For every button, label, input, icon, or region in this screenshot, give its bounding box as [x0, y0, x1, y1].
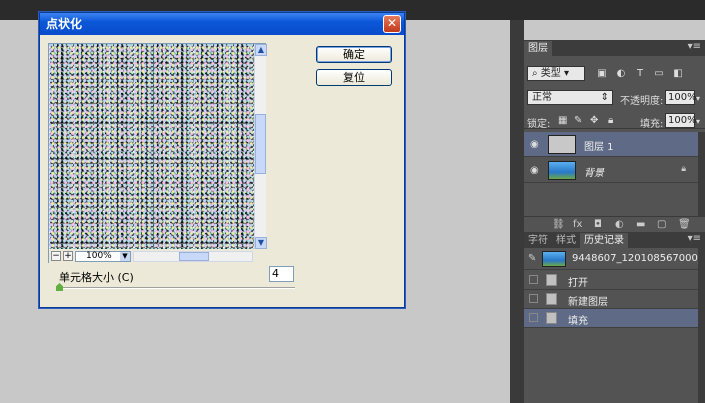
document-icon	[546, 274, 557, 286]
lock-brush-icon[interactable]: ✎	[574, 115, 582, 126]
history-brush-source-checkbox[interactable]	[529, 313, 538, 322]
link-icon[interactable]: ⛓	[552, 219, 565, 230]
layer-name: 背景	[584, 168, 604, 179]
cell-size-label: 单元格大小 (C)	[59, 271, 134, 284]
snapshot-thumbnail	[542, 251, 566, 267]
fill-label: 填充:	[640, 119, 664, 130]
layer-thumbnail	[548, 161, 576, 180]
lock-move-icon[interactable]: ✥	[590, 115, 598, 126]
eye-icon[interactable]: ◉	[530, 165, 539, 176]
adjustment-icon[interactable]: ◐	[615, 219, 624, 230]
fx-icon[interactable]: fx	[573, 219, 582, 230]
kind-label: 类型	[540, 68, 561, 79]
history-state[interactable]: 新建图层	[524, 290, 698, 309]
kind-filter-select[interactable]: ⌕ 类型 ▾	[527, 66, 585, 81]
right-panel-column: 图层 ▾≡ ⌕ 类型 ▾ ▣ ◐ T ▭ ◧ 正常 ⇕ 不透明度: 100% ▾…	[524, 40, 705, 403]
mask-icon[interactable]: ◘	[594, 219, 602, 230]
lock-row: 锁定: ▦ ✎ ✥ 🔒︎ 填充: 100% ▾	[524, 112, 705, 130]
zoom-select[interactable]: 100% ▼	[75, 250, 131, 262]
layers-tab-row: 图层 ▾≡	[524, 40, 705, 56]
cell-size-input[interactable]: 4	[269, 266, 294, 282]
type-filter-icon[interactable]: T	[635, 69, 645, 79]
tab-character[interactable]: 字符	[524, 233, 552, 248]
dialog-title: 点状化	[46, 17, 83, 31]
layer-row-layer1[interactable]: ◉ 图层 1	[524, 132, 698, 157]
layer-row-background[interactable]: ◉ 背景 🔒︎	[524, 158, 698, 183]
history-snapshot[interactable]: ✎ 9448607_120108567000_2...	[524, 248, 705, 270]
preview-horizontal-scrollbar[interactable]	[133, 250, 253, 262]
lock-icon: 🔒︎	[681, 164, 686, 174]
pixel-filter-icon[interactable]: ▣	[597, 69, 607, 79]
layer-name: 图层 1	[584, 142, 614, 153]
ok-button[interactable]: 确定	[316, 46, 392, 63]
group-folder-icon[interactable]: ▬	[636, 219, 645, 230]
history-state[interactable]: 填充	[524, 309, 698, 328]
history-brush-source-checkbox[interactable]	[529, 275, 538, 284]
chevron-updown-icon: ⇕	[600, 92, 609, 103]
zoom-in-button[interactable]: +	[63, 251, 73, 261]
layers-footer-toolbar: ⛓ fx ◘ ◐ ▬ ▢ 🗑︎	[524, 216, 705, 232]
new-layer-icon[interactable]: ▢	[657, 219, 666, 230]
fill-dropdown-icon[interactable]: ▾	[696, 117, 700, 126]
document-icon	[546, 312, 557, 324]
smart-object-filter-icon[interactable]: ◧	[673, 69, 683, 79]
hscroll-thumb[interactable]	[179, 251, 209, 261]
panel-menu-icon[interactable]: ▾≡	[688, 41, 701, 52]
adjustment-filter-icon[interactable]: ◐	[616, 69, 626, 79]
layers-scrollbar[interactable]	[698, 132, 705, 216]
lock-label: 锁定:	[527, 119, 551, 130]
blend-mode-value: 正常	[532, 92, 552, 103]
trash-icon[interactable]: 🗑︎	[678, 219, 691, 230]
search-icon: ⌕	[532, 68, 541, 79]
dialog-title-bar[interactable]: 点状化 ✕	[40, 13, 404, 35]
lock-transparent-icon[interactable]: ▦	[558, 115, 567, 126]
history-brush-source-checkbox[interactable]	[529, 294, 538, 303]
filter-preview: ▲ ▼ − + 100% ▼	[48, 43, 267, 263]
eye-icon[interactable]: ◉	[530, 139, 539, 150]
scroll-up-icon[interactable]: ▲	[255, 44, 267, 56]
blend-row: 正常 ⇕ 不透明度: 100% ▾	[524, 90, 705, 107]
history-state-label: 打开	[568, 278, 588, 289]
history-state-label: 填充	[568, 316, 588, 327]
snapshot-brush-icon[interactable]: ✎	[528, 253, 536, 264]
chevron-down-icon: ▼	[120, 251, 130, 261]
document-icon	[546, 293, 557, 305]
history-state[interactable]: 打开	[524, 271, 698, 290]
preview-zoom-bar: − + 100% ▼	[49, 249, 266, 263]
history-state-label: 新建图层	[568, 297, 608, 308]
reset-button[interactable]: 复位	[316, 69, 392, 86]
history-tab-row: 字符 样式 历史记录 ▾≡	[524, 232, 705, 248]
pointillize-dialog: 点状化 ✕ ▲ ▼ − + 100% ▼ 确定 复位 单元格大小 (C) 4	[39, 12, 405, 308]
fill-input[interactable]: 100%	[665, 113, 697, 128]
scroll-thumb[interactable]	[255, 114, 266, 174]
preview-vertical-scrollbar[interactable]: ▲ ▼	[254, 44, 267, 249]
panel-dock-strip	[510, 20, 524, 403]
scroll-down-icon[interactable]: ▼	[255, 237, 267, 249]
shape-filter-icon[interactable]: ▭	[654, 69, 664, 79]
tab-styles[interactable]: 样式	[552, 233, 580, 248]
history-scrollbar[interactable]	[698, 248, 705, 403]
zoom-value: 100%	[86, 250, 112, 261]
opacity-input[interactable]: 100%	[665, 90, 697, 105]
opacity-dropdown-icon[interactable]: ▾	[696, 94, 700, 103]
opacity-label: 不透明度:	[620, 96, 664, 107]
blend-mode-select[interactable]: 正常 ⇕	[527, 90, 613, 105]
zoom-out-button[interactable]: −	[51, 251, 61, 261]
lock-all-icon[interactable]: 🔒︎	[608, 115, 613, 126]
cell-size-slider[interactable]	[59, 287, 295, 289]
preview-image[interactable]	[49, 44, 254, 249]
layer-thumbnail	[548, 135, 576, 154]
panel-menu-icon[interactable]: ▾≡	[688, 233, 701, 244]
tab-history[interactable]: 历史记录	[580, 233, 628, 248]
tab-layers[interactable]: 图层	[524, 41, 552, 56]
snapshot-name: 9448607_120108567000_2...	[572, 253, 705, 264]
close-icon[interactable]: ✕	[383, 15, 401, 33]
layer-filter-row: ⌕ 类型 ▾ ▣ ◐ T ▭ ◧	[524, 66, 705, 82]
